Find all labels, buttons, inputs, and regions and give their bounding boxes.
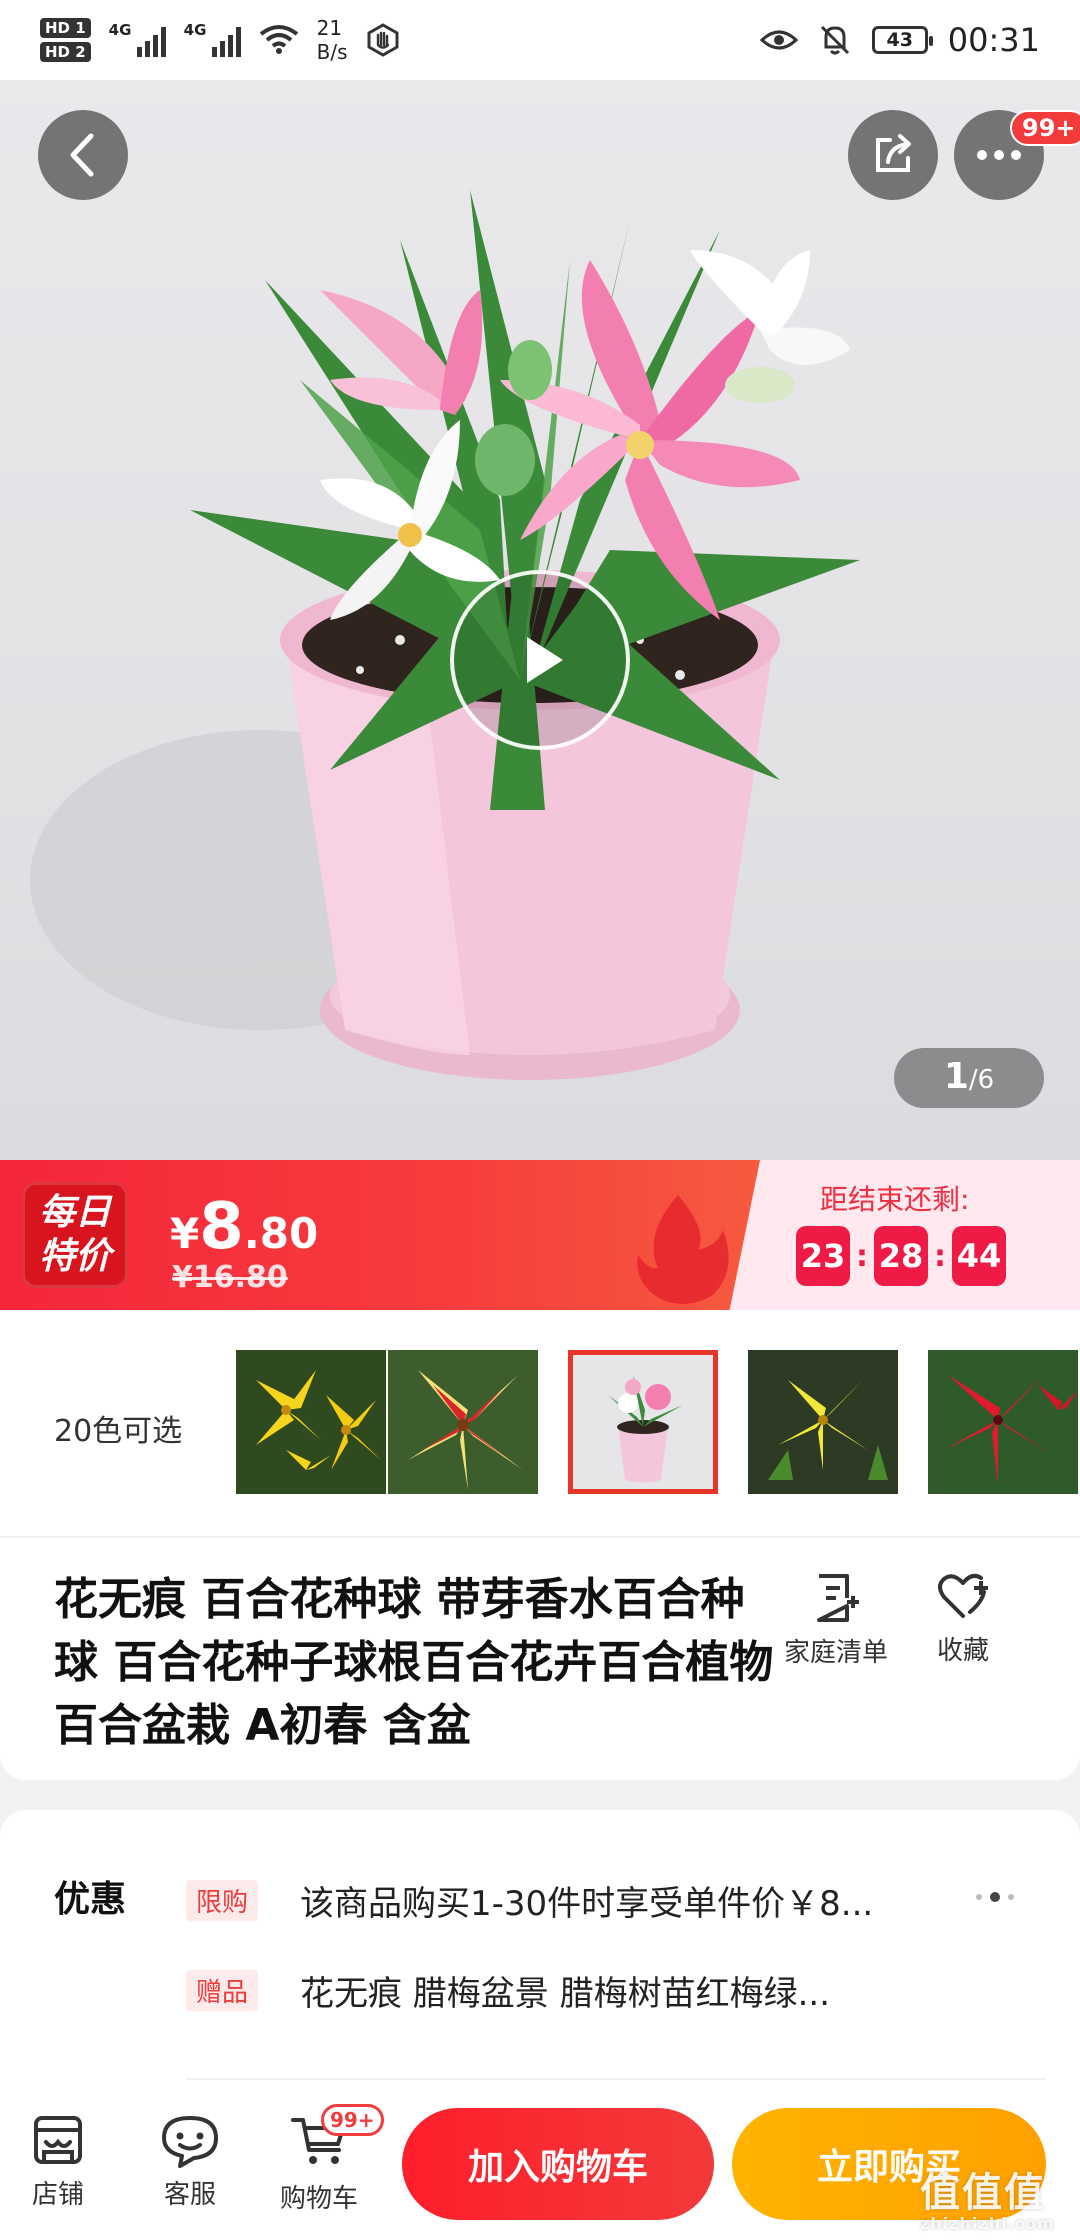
thumb-image: [928, 1350, 1078, 1494]
signal-1-icon: 4G: [108, 21, 166, 57]
more-icon: [977, 150, 1021, 160]
product-image-gallery[interactable]: 99+ 1 /6: [0, 80, 1080, 1160]
daily-deal-line1: 每日: [38, 1192, 111, 1233]
add-to-family-list-button[interactable]: 家庭清单: [784, 1572, 888, 1669]
flash-sale-banner: 每日 特价 ¥8.80 ¥16.80 距结束还剩: 23 : 28 : 44: [0, 1160, 1080, 1310]
list-add-icon: [817, 1574, 859, 1622]
promo-text-gift: 花无痕 腊梅盆景 腊梅树苗红梅绿...: [300, 1974, 831, 2014]
cart-count-badge: 99+: [321, 2104, 384, 2136]
signal-2-type: 4G: [183, 21, 207, 39]
watermark-url: zhizhizhi.com: [920, 2214, 1055, 2233]
watermark-text: 值值值: [920, 2170, 1046, 2216]
chat-icon: [162, 2116, 218, 2168]
family-list-label: 家庭清单: [784, 1638, 889, 1668]
network-speed-unit: B/s: [316, 40, 348, 64]
promotions-label: 优惠: [54, 1879, 127, 1920]
color-option-yellow[interactable]: [236, 1350, 386, 1494]
customer-service-button[interactable]: 客服: [160, 2112, 220, 2211]
countdown-hours: 23: [796, 1226, 850, 1286]
store-icon: [34, 2116, 82, 2164]
thumb-image: [388, 1350, 538, 1494]
thumb-image: [236, 1350, 386, 1494]
wifi-icon: [259, 25, 298, 54]
image-total: /6: [968, 1065, 995, 1095]
share-icon: [876, 134, 911, 172]
battery-indicator: 43: [871, 26, 933, 54]
clock: 00:31: [947, 21, 1040, 59]
signal-2-icon: 4G: [183, 21, 241, 57]
store-button[interactable]: 店铺: [30, 2112, 86, 2211]
color-option-red-yellow[interactable]: [388, 1350, 538, 1494]
product-title: 花无痕 百合花种球 带芽香水百合种球 百合花种子球根百合花卉百合植物百合盆栽 A…: [54, 1574, 774, 1751]
thumb-image: [748, 1350, 898, 1494]
countdown-minutes: 28: [874, 1226, 928, 1286]
price-symbol: ¥: [170, 1209, 200, 1258]
countdown-timer: 23 : 28 : 44: [796, 1226, 1006, 1286]
play-video-button[interactable]: [450, 570, 630, 750]
bottom-action-bar: 店铺 客服 99+ 购物车 加入购物车 立即购买: [0, 2086, 1080, 2240]
hand-icon: [367, 23, 399, 57]
sale-price: ¥8.80: [170, 1190, 318, 1264]
promo-tag-gift: 赠品: [186, 1970, 259, 2011]
back-arrow-icon: [70, 133, 94, 177]
share-button[interactable]: [848, 110, 938, 200]
favorite-label: 收藏: [936, 1636, 989, 1666]
image-pager: 1 /6: [894, 1048, 1044, 1108]
thumb-image: [573, 1355, 713, 1489]
daily-deal-badge: 每日 特价: [22, 1182, 128, 1288]
customer-service-label: 客服: [163, 2180, 216, 2210]
countdown-seconds: 44: [952, 1226, 1006, 1286]
more-promos-indicator: [976, 1892, 1014, 1902]
signal-1-type: 4G: [108, 21, 132, 39]
add-to-cart-button[interactable]: 加入购物车: [402, 2108, 714, 2220]
promotions-card[interactable]: 优惠 限购 该商品购买1-30件时享受单件价￥8... 赠品 花无痕 腊梅盆景 …: [0, 1810, 1080, 2110]
hd-1-label: HD 1: [40, 18, 91, 38]
eye-icon: [759, 30, 798, 50]
price-decimal: .80: [243, 1209, 319, 1258]
price-integer: 8: [199, 1190, 244, 1264]
watermark-logo: 值值值 zhizhizhi.com: [920, 2160, 1055, 2233]
original-price: ¥16.80: [172, 1260, 288, 1295]
product-detail-page: HD 1 HD 2 4G 4G 21 B/s 43 00:31 99+ 1 /6…: [0, 0, 1080, 2240]
network-speed-value: 21: [316, 16, 343, 40]
message-count-badge: 99+: [1010, 110, 1080, 146]
flame-icon: [637, 1195, 729, 1304]
favorite-button[interactable]: 收藏: [936, 1572, 990, 1667]
color-option-red[interactable]: [928, 1350, 1078, 1494]
color-count-label: 20色可选: [54, 1414, 183, 1449]
status-bar: HD 1 HD 2 4G 4G 21 B/s 43 00:31: [0, 0, 1080, 80]
store-label: 店铺: [31, 2180, 84, 2210]
color-option-lemon[interactable]: [748, 1350, 898, 1494]
promo-text-limit: 该商品购买1-30件时享受单件价￥8...: [300, 1884, 874, 1924]
promo-tag-limit: 限购: [186, 1880, 259, 1921]
divider: [0, 1536, 1080, 1538]
back-button[interactable]: [38, 110, 128, 200]
cart-button[interactable]: 99+ 购物车: [280, 2104, 384, 2215]
color-option-pink-white-selected[interactable]: [568, 1350, 718, 1494]
play-icon: [527, 637, 563, 683]
product-info-card: 20色可选 花无痕 百合花种球 带芽香水百合种球 百合花种子球根百合花卉百合植物…: [0, 1310, 1080, 1780]
image-index: 1: [943, 1056, 969, 1097]
hd-2-label: HD 2: [40, 42, 91, 62]
hd-indicators: HD 1 HD 2: [40, 18, 91, 62]
divider: [186, 2078, 1046, 2080]
bell-muted-icon: [820, 25, 849, 55]
daily-deal-line2: 特价: [38, 1236, 111, 1277]
heart-add-icon: [938, 1573, 988, 1618]
network-speed: 21 B/s: [317, 16, 348, 64]
cart-label: 购物车: [280, 2184, 359, 2214]
countdown-label: 距结束还剩:: [820, 1183, 970, 1216]
